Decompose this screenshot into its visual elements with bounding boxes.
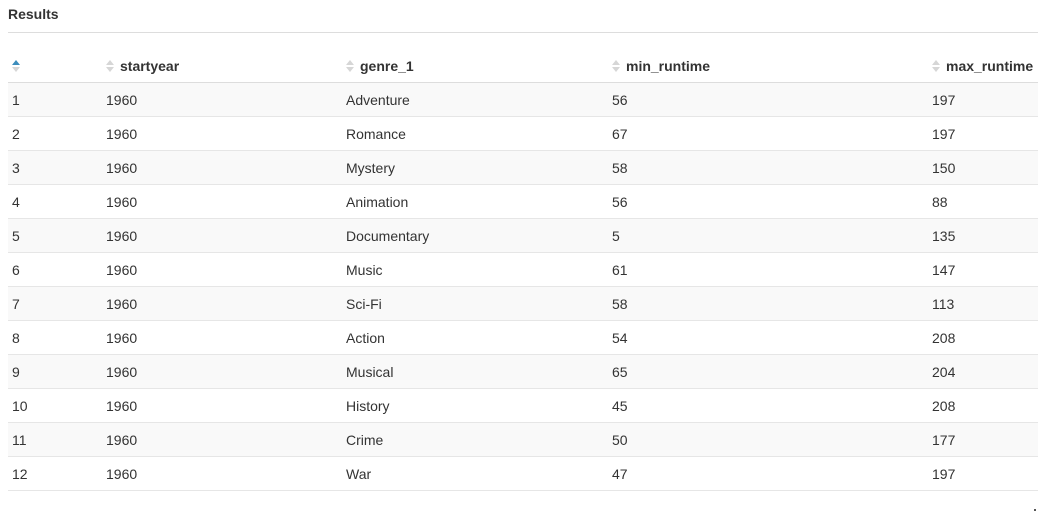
min-runtime-cell: 56 — [612, 82, 932, 117]
min-runtime-cell: 56 — [612, 184, 932, 219]
max-runtime-cell: 177 — [932, 422, 1038, 457]
results-table-container: startyear genre_1 min_runtime max_runtim… — [8, 49, 1038, 491]
row-index-cell: 7 — [8, 286, 106, 321]
row-index-cell: 4 — [8, 184, 106, 219]
row-index-cell: 3 — [8, 150, 106, 185]
row-index-cell: 2 — [8, 116, 106, 151]
genre-cell: Crime — [346, 422, 612, 457]
row-index-cell: 9 — [8, 354, 106, 389]
max-runtime-cell: 208 — [932, 388, 1038, 423]
startyear-cell: 1960 — [106, 422, 346, 457]
sort-icon — [346, 59, 354, 72]
sort-icon — [612, 59, 620, 72]
min-runtime-cell: 67 — [612, 116, 932, 151]
title-divider — [8, 32, 1038, 33]
genre-cell: Mystery — [346, 150, 612, 185]
table-row: 7 1960 Sci-Fi 58 113 — [8, 286, 1038, 321]
row-index-cell: 5 — [8, 218, 106, 253]
max-runtime-cell: 204 — [932, 354, 1038, 389]
sort-icon — [932, 59, 940, 72]
min-runtime-cell: 65 — [612, 354, 932, 389]
results-table: startyear genre_1 min_runtime max_runtim… — [8, 49, 1038, 491]
table-row: 9 1960 Musical 65 204 — [8, 354, 1038, 389]
startyear-cell: 1960 — [106, 354, 346, 389]
table-row: 5 1960 Documentary 5 135 — [8, 218, 1038, 253]
max-runtime-cell: 197 — [932, 82, 1038, 117]
max-runtime-cell: 135 — [932, 218, 1038, 253]
genre-cell: Musical — [346, 354, 612, 389]
row-index-cell: 6 — [8, 252, 106, 287]
column-header-label: min_runtime — [626, 57, 711, 74]
column-header-startyear[interactable]: startyear — [106, 49, 346, 83]
table-row: 4 1960 Animation 56 88 — [8, 184, 1038, 219]
table-header-row: startyear genre_1 min_runtime max_runtim… — [8, 49, 1038, 83]
min-runtime-cell: 5 — [612, 218, 932, 253]
min-runtime-cell: 61 — [612, 252, 932, 287]
genre-cell: Music — [346, 252, 612, 287]
table-row: 2 1960 Romance 67 197 — [8, 116, 1038, 151]
column-header-genre-1[interactable]: genre_1 — [346, 49, 612, 83]
column-header-label: startyear — [120, 57, 180, 74]
row-index-cell: 11 — [8, 422, 106, 457]
startyear-cell: 1960 — [106, 388, 346, 423]
startyear-cell: 1960 — [106, 286, 346, 321]
startyear-cell: 1960 — [106, 116, 346, 151]
column-header-min-runtime[interactable]: min_runtime — [612, 49, 932, 83]
max-runtime-cell: 208 — [932, 320, 1038, 355]
genre-cell: Romance — [346, 116, 612, 151]
startyear-cell: 1960 — [106, 218, 346, 253]
table-body: 1 1960 Adventure 56 197 2 1960 Romance 67 197 3 196… — [8, 82, 1038, 491]
startyear-cell: 1960 — [106, 252, 346, 287]
row-index-cell: 1 — [8, 82, 106, 117]
startyear-cell: 1960 — [106, 184, 346, 219]
min-runtime-cell: 50 — [612, 422, 932, 457]
genre-cell: History — [346, 388, 612, 423]
sort-icon — [106, 59, 114, 72]
row-index-cell: 10 — [8, 388, 106, 423]
startyear-cell: 1960 — [106, 150, 346, 185]
genre-cell: Adventure — [346, 82, 612, 117]
startyear-cell: 1960 — [106, 320, 346, 355]
table-row: 11 1960 Crime 50 177 — [8, 422, 1038, 457]
min-runtime-cell: 47 — [612, 456, 932, 491]
row-index-cell: 12 — [8, 456, 106, 491]
table-row: 6 1960 Music 61 147 — [8, 252, 1038, 287]
genre-cell: Action — [346, 320, 612, 355]
genre-cell: Animation — [346, 184, 612, 219]
resize-dot — [1034, 509, 1036, 511]
table-row: 1 1960 Adventure 56 197 — [8, 82, 1038, 117]
results-title: Results — [8, 6, 59, 22]
row-index-cell: 8 — [8, 320, 106, 355]
column-header-label: genre_1 — [360, 57, 414, 74]
min-runtime-cell: 58 — [612, 286, 932, 321]
min-runtime-cell: 45 — [612, 388, 932, 423]
table-row: 12 1960 War 47 197 — [8, 456, 1038, 491]
max-runtime-cell: 113 — [932, 286, 1038, 321]
max-runtime-cell: 88 — [932, 184, 1038, 219]
max-runtime-cell: 150 — [932, 150, 1038, 185]
column-header-label: max_runtime — [946, 57, 1034, 74]
genre-cell: War — [346, 456, 612, 491]
column-header-index[interactable] — [8, 49, 106, 83]
column-header-max-runtime[interactable]: max_runtime — [932, 49, 1038, 83]
startyear-cell: 1960 — [106, 82, 346, 117]
min-runtime-cell: 58 — [612, 150, 932, 185]
sort-icon — [12, 59, 20, 72]
genre-cell: Sci-Fi — [346, 286, 612, 321]
genre-cell: Documentary — [346, 218, 612, 253]
table-row: 3 1960 Mystery 58 150 — [8, 150, 1038, 185]
max-runtime-cell: 197 — [932, 116, 1038, 151]
max-runtime-cell: 197 — [932, 456, 1038, 491]
table-row: 8 1960 Action 54 208 — [8, 320, 1038, 355]
max-runtime-cell: 147 — [932, 252, 1038, 287]
startyear-cell: 1960 — [106, 456, 346, 491]
table-row: 10 1960 History 45 208 — [8, 388, 1038, 423]
min-runtime-cell: 54 — [612, 320, 932, 355]
